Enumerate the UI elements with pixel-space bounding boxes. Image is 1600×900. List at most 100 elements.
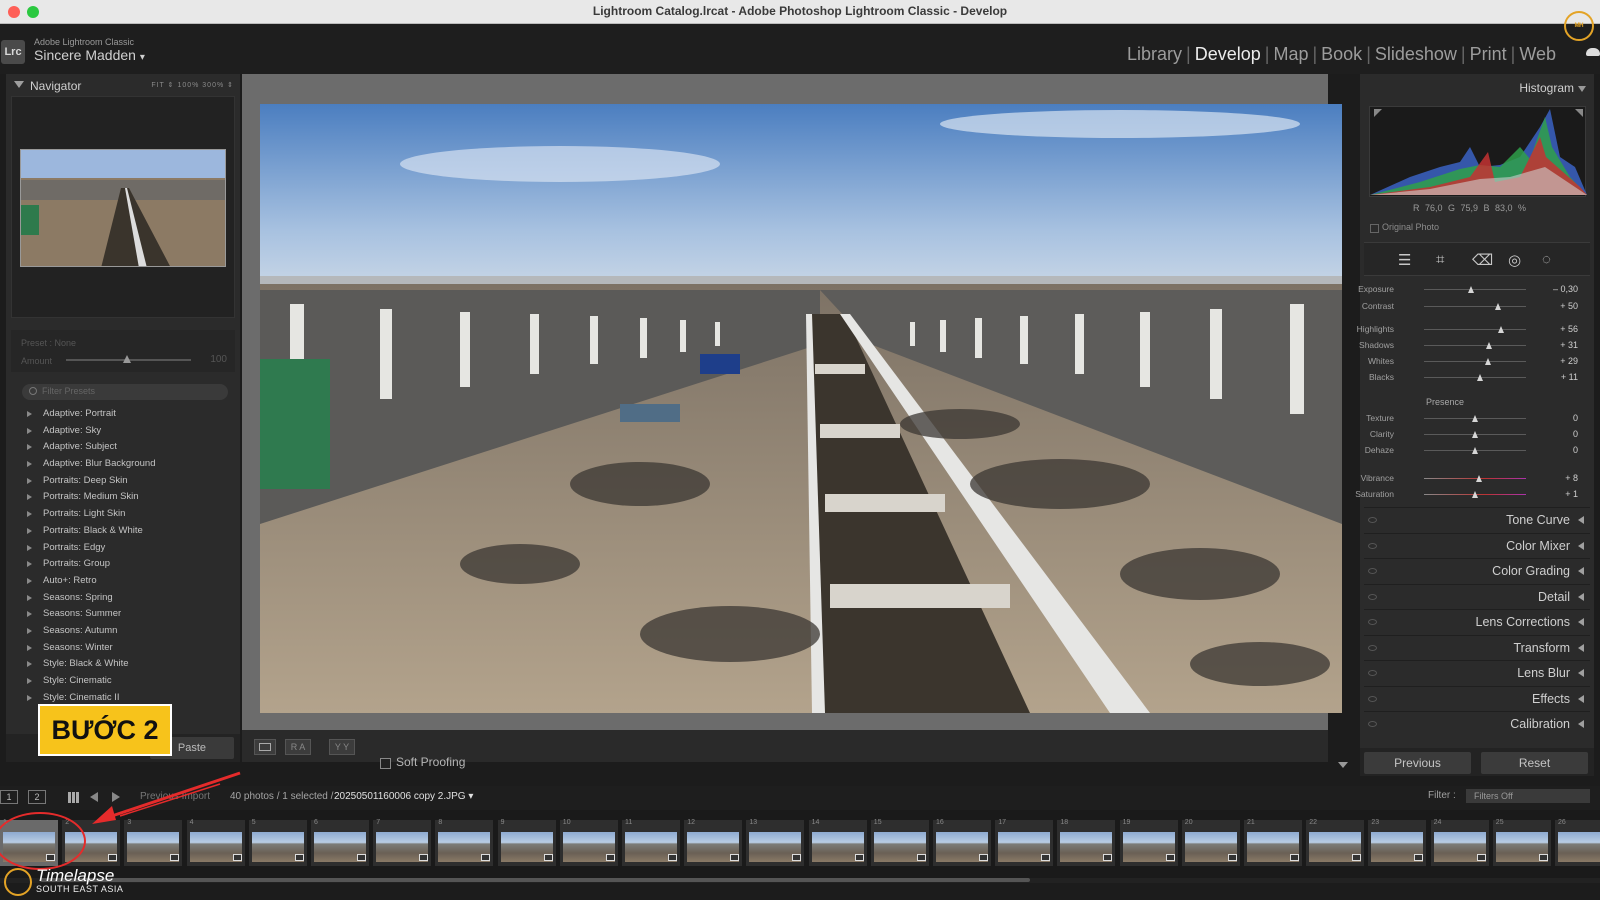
filmstrip-thumbnail[interactable]: 23 [1368,819,1427,866]
preset-folder[interactable]: Adaptive: Portrait [24,406,236,423]
preset-folder[interactable]: Portraits: Edgy [24,540,236,557]
filmstrip-thumbnail[interactable]: 15 [870,819,929,866]
module-print[interactable]: Print [1466,44,1511,65]
filmstrip-thumbnail[interactable]: 11 [622,819,680,866]
slider-knob-clarity[interactable] [1471,431,1478,438]
preset-folder[interactable]: Adaptive: Blur Background [24,456,236,473]
module-web[interactable]: Web [1515,44,1560,65]
eye-icon[interactable] [1368,568,1377,574]
before-after-button[interactable]: R A [285,739,311,755]
preset-folder[interactable]: Auto+: Retro [24,573,236,590]
preset-folder[interactable]: Portraits: Black & White [24,523,236,540]
filmstrip-thumbnail[interactable]: 18 [1057,819,1116,866]
slider-value-vibrance[interactable]: + 8 [1538,473,1578,483]
filmstrip-thumbnail[interactable]: 26 [1555,819,1600,866]
slider-knob-blacks[interactable] [1476,374,1483,381]
slider-knob-whites[interactable] [1484,358,1491,365]
navigator-zoom-options[interactable]: FIT ⇕ 100% 300% ⇕ [151,81,234,89]
histogram-graph[interactable] [1369,106,1587,197]
filmstrip-thumbnail[interactable]: 20 [1181,819,1240,866]
eye-icon[interactable] [1368,517,1377,523]
section-lens-corrections[interactable]: Lens Corrections [1364,609,1590,633]
slider-knob-exposure[interactable] [1468,286,1475,293]
slider-value-blacks[interactable]: + 11 [1538,372,1578,382]
filmstrip-thumbnail[interactable]: 13 [746,819,805,866]
slider-value-contrast[interactable]: + 50 [1538,301,1578,311]
filmstrip-thumbnail[interactable]: 14 [808,819,867,866]
filmstrip-thumbnail[interactable]: 19 [1119,819,1178,866]
slider-value-texture[interactable]: 0 [1538,413,1578,423]
filmstrip-thumbnail[interactable]: 8 [435,819,494,866]
slider-knob-saturation[interactable] [1471,491,1478,498]
window-2-button[interactable]: 2 [28,790,46,804]
filmstrip-thumbnail[interactable]: 6 [311,819,369,866]
main-photo[interactable] [260,104,1342,713]
eye-icon[interactable] [1368,619,1377,625]
slider-value-dehaze[interactable]: 0 [1538,445,1578,455]
collapse-triangle-icon[interactable] [1578,86,1586,92]
preset-folder[interactable]: Portraits: Group [24,556,236,573]
filmstrip-thumbnail[interactable]: 16 [933,819,991,866]
grid-view-icon[interactable] [68,792,79,803]
loupe-view-button[interactable] [254,739,276,755]
slider-value-clarity[interactable]: 0 [1538,429,1578,439]
window-1-button[interactable]: 1 [0,790,18,804]
section-color-mixer[interactable]: Color Mixer [1364,532,1590,557]
toolbar-options-chevron-icon[interactable] [1338,762,1348,768]
filmstrip-thumbnail[interactable]: 24 [1430,819,1489,866]
eye-icon[interactable] [1368,670,1377,676]
filmstrip-thumbnail[interactable]: 5 [248,819,307,866]
module-develop[interactable]: Develop [1191,44,1265,65]
filmstrip-thumbnail[interactable]: 25 [1492,819,1551,866]
slider-track-exposure[interactable] [1424,289,1526,290]
preset-folder[interactable]: Seasons: Autumn [24,623,236,640]
slider-value-whites[interactable]: + 29 [1538,356,1578,366]
slider-knob-dehaze[interactable] [1471,447,1478,454]
preset-folder[interactable]: Adaptive: Sky [24,423,236,440]
preset-folder[interactable]: Portraits: Medium Skin [24,489,236,506]
mask-icon[interactable]: ◌ [1542,251,1551,268]
section-calibration[interactable]: Calibration [1364,711,1590,735]
slider-knob-contrast[interactable] [1494,303,1501,310]
preset-folder[interactable]: Style: Cinematic [24,673,236,690]
preset-folder[interactable]: Seasons: Winter [24,640,236,657]
sliders-icon[interactable]: ☰ [1398,251,1411,269]
eye-icon[interactable] [1368,593,1377,600]
slider-track-contrast[interactable] [1424,306,1526,307]
module-book[interactable]: Book [1317,44,1366,65]
filmstrip-thumbnail[interactable]: 21 [1244,819,1302,866]
module-slideshow[interactable]: Slideshow [1371,44,1461,65]
crop-icon[interactable]: ⌗ [1436,251,1444,268]
slider-knob-highlights[interactable] [1498,326,1505,333]
section-effects[interactable]: Effects [1364,685,1590,710]
original-photo-checkbox[interactable] [1370,224,1379,233]
selected-filename[interactable]: 20250501160006 copy 2.JPG ▾ [334,791,473,802]
slider-knob-shadows[interactable] [1485,342,1492,349]
slider-knob-vibrance[interactable] [1475,475,1482,482]
filter-dropdown[interactable]: Filters Off [1466,789,1590,803]
slider-value-highlights[interactable]: + 56 [1538,324,1578,334]
slider-track-shadows[interactable] [1424,345,1526,346]
eye-icon[interactable] [1368,644,1377,651]
amount-slider-knob[interactable] [123,355,131,363]
filmstrip-thumbnail[interactable]: 9 [497,819,556,866]
section-detail[interactable]: Detail [1364,583,1590,608]
eye-icon[interactable] [1368,695,1377,702]
preset-folder[interactable]: Portraits: Deep Skin [24,473,236,490]
eye-icon[interactable] [1368,542,1377,549]
preset-folder[interactable]: Seasons: Spring [24,590,236,607]
slider-knob-texture[interactable] [1471,415,1478,422]
slider-value-saturation[interactable]: + 1 [1538,489,1578,499]
module-map[interactable]: Map [1269,44,1312,65]
section-transform[interactable]: Transform [1364,634,1590,659]
filmstrip-thumbnail[interactable]: 7 [373,819,432,866]
eye-icon[interactable] [1368,721,1377,727]
reset-button[interactable]: Reset [1481,752,1588,774]
navigator-preview-area[interactable] [11,96,235,318]
filmstrip-thumbnail[interactable]: 17 [995,819,1054,866]
slider-track-highlights[interactable] [1424,329,1526,330]
before-after-yy-button[interactable]: Y Y [329,739,355,755]
slider-track-whites[interactable] [1424,361,1526,362]
navigator-thumbnail[interactable] [20,149,226,267]
previous-button[interactable]: Previous [1364,752,1471,774]
